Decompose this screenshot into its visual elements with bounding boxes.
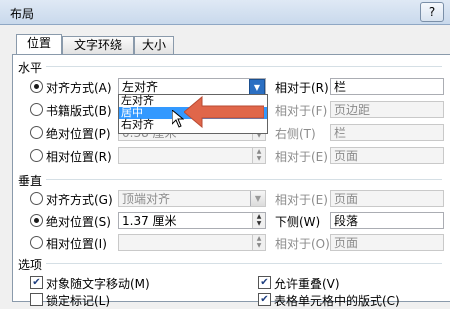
label-vertical-alignment: 对齐方式(G) xyxy=(46,193,113,207)
label-absolute-position-v: 绝对位置(S) xyxy=(46,215,111,229)
spinner-icon[interactable]: ▲▼ xyxy=(252,148,265,163)
divider xyxy=(46,66,442,67)
title-bar: 布局 ? xyxy=(0,0,450,25)
label-relative-to-e-v: 相对于(E) xyxy=(275,193,328,207)
horizontal-alignment-select[interactable]: 左对齐 ▼ xyxy=(118,78,266,95)
tab-size[interactable]: 大小 xyxy=(134,36,174,54)
label-move-with-text: 对象随文字移动(M) xyxy=(46,277,150,291)
spinner-icon[interactable]: ▲▼ xyxy=(252,213,265,228)
vertical-group-label: 垂直 xyxy=(18,174,43,188)
radio-horizontal-alignment[interactable] xyxy=(30,80,43,93)
absolute-position-v-input[interactable]: 1.37 厘米 ▲ ▼ xyxy=(118,212,266,229)
book-layout-relative-value: 页边距 xyxy=(334,103,371,117)
vertical-alignment-value: 顶端对齐 xyxy=(122,192,171,206)
vertical-relative-value: 页面 xyxy=(334,192,359,206)
radio-relative-position-v[interactable] xyxy=(30,236,43,249)
absolute-v-relative-select[interactable]: 段落 xyxy=(330,212,444,229)
chevron-down-icon[interactable]: ▼ xyxy=(250,191,265,206)
absolute-v-relative-value: 段落 xyxy=(334,214,359,228)
vertical-relative-select[interactable]: 页面 xyxy=(330,190,444,207)
label-lock-anchor: 锁定标记(L) xyxy=(46,294,111,308)
tab-position[interactable]: 位置 xyxy=(16,34,62,54)
checkbox-move-with-text[interactable]: ✔ xyxy=(30,276,43,289)
relative-h-relative-select[interactable]: 页面 xyxy=(330,147,444,164)
checkbox-allow-overlap[interactable]: ✔ xyxy=(258,276,271,289)
horizontal-group-label: 水平 xyxy=(18,61,43,75)
spinner-icon[interactable]: ▲▼ xyxy=(252,235,265,250)
relative-v-relative-select[interactable]: 页面 xyxy=(330,234,444,251)
label-allow-overlap: 允许重叠(V) xyxy=(274,277,340,291)
label-horizontal-alignment: 对齐方式(A) xyxy=(46,81,112,95)
book-layout-relative-select[interactable]: 页边距 xyxy=(330,101,444,118)
radio-relative-position-h[interactable] xyxy=(30,149,43,162)
vertical-alignment-select[interactable]: 顶端对齐 ▼ xyxy=(118,190,266,207)
divider xyxy=(46,263,442,264)
label-relative-to-f: 相对于(F) xyxy=(275,104,328,118)
label-relative-position-h: 相对位置(R) xyxy=(46,150,112,164)
relative-h-relative-value: 页面 xyxy=(334,149,359,163)
options-group-label: 选项 xyxy=(18,258,43,272)
label-relative-to-e-h: 相对于(E) xyxy=(275,150,328,164)
label-absolute-position-h: 绝对位置(P) xyxy=(46,127,111,141)
horizontal-relative-select[interactable]: 栏 xyxy=(330,78,444,95)
red-arrow-annotation xyxy=(184,95,264,129)
absolute-h-relative-select[interactable]: 栏 xyxy=(330,124,444,141)
label-relative-to-r: 相对于(R) xyxy=(275,81,329,95)
relative-position-v-input[interactable]: ▲ ▼ xyxy=(118,234,266,251)
absolute-position-v-value: 1.37 厘米 xyxy=(122,214,177,228)
label-below: 下侧(W) xyxy=(275,215,321,229)
label-relative-position-v: 相对位置(I) xyxy=(46,237,107,251)
label-right-of: 右侧(T) xyxy=(275,127,316,141)
radio-absolute-position-v[interactable] xyxy=(30,214,43,227)
label-book-layout: 书籍版式(B) xyxy=(46,104,112,118)
radio-book-layout[interactable] xyxy=(30,103,43,116)
label-layout-in-table-cell: 表格单元格中的版式(C) xyxy=(274,294,400,308)
relative-position-h-input[interactable]: ▲ ▼ xyxy=(118,147,266,164)
label-relative-to-o: 相对于(O) xyxy=(275,237,330,251)
horizontal-relative-value: 栏 xyxy=(334,80,347,94)
absolute-h-relative-value: 栏 xyxy=(334,126,347,140)
relative-v-relative-value: 页面 xyxy=(334,236,359,250)
help-button[interactable]: ? xyxy=(420,2,444,22)
chevron-down-icon[interactable]: ▼ xyxy=(249,79,265,94)
horizontal-alignment-value: 左对齐 xyxy=(122,80,159,94)
radio-vertical-alignment[interactable] xyxy=(30,192,43,205)
tab-text-wrapping[interactable]: 文字环绕 xyxy=(62,36,134,54)
radio-absolute-position-h[interactable] xyxy=(30,126,43,139)
divider xyxy=(46,179,442,180)
window-title: 布局 xyxy=(10,7,35,21)
mouse-cursor-icon xyxy=(172,110,184,128)
